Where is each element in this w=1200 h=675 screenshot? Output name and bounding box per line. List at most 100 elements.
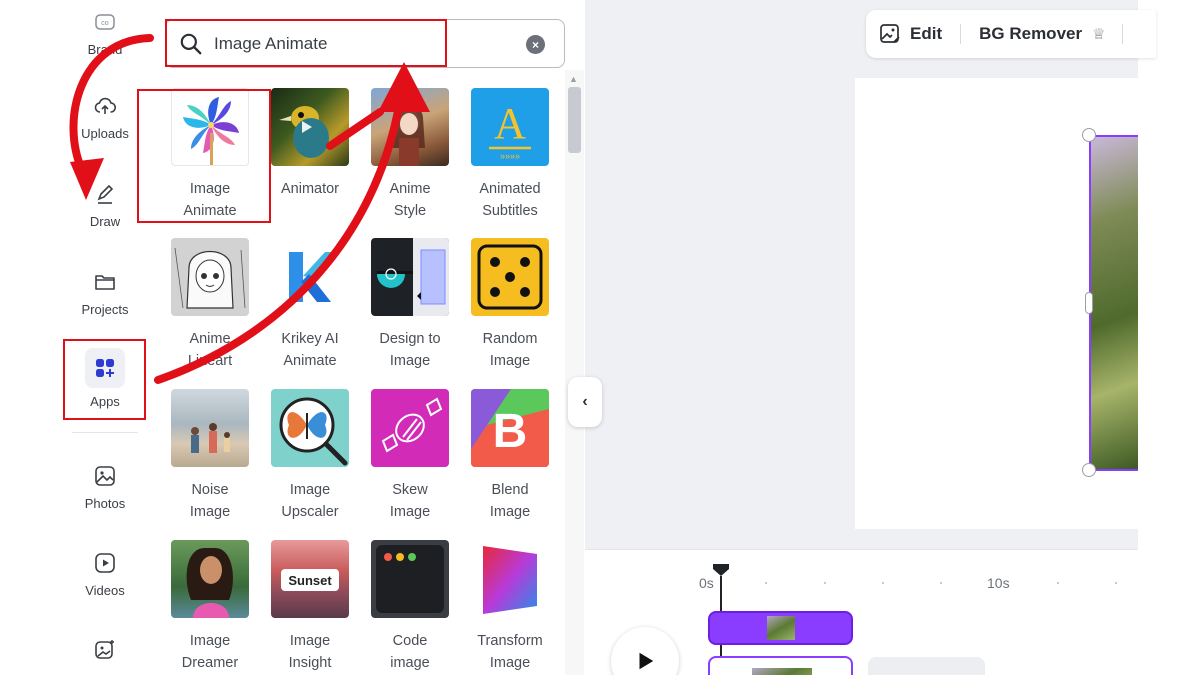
app-label: Animated Subtitles: [479, 181, 541, 219]
app-noise-image[interactable]: Noise Image: [160, 389, 260, 523]
annotation-box-search: [165, 19, 447, 67]
cloud-upload-icon: [91, 92, 119, 120]
brand-icon: co: [91, 8, 119, 36]
app-blend-image[interactable]: B Blend Image: [460, 389, 560, 523]
rail-label-photos: Photos: [84, 496, 126, 511]
app-image-upscaler[interactable]: Image Upscaler: [260, 389, 360, 523]
timeline-tick: [882, 582, 884, 584]
pen-icon: [91, 180, 119, 208]
svg-text:co: co: [101, 20, 109, 27]
edit-label: Edit: [910, 24, 943, 43]
subtitles-thumbnail: A »»»»: [471, 88, 549, 166]
annotation-box-image-animate: [137, 89, 271, 223]
app-code-image[interactable]: Code image: [360, 540, 460, 674]
app-image-dreamer[interactable]: Image Dreamer: [160, 540, 260, 674]
app-krikey-ai-animate[interactable]: Krikey AI Animate: [260, 238, 360, 372]
app-anime-lineart[interactable]: Anime Lineart: [160, 238, 260, 372]
timeline-tick-10s: 10s: [987, 575, 1010, 591]
rail-label-projects: Projects: [81, 302, 129, 317]
playhead-handle-icon[interactable]: [712, 563, 730, 577]
rail-label-brand: Brand: [87, 42, 123, 57]
edit-image-icon: [880, 24, 900, 43]
rail-divider: [72, 432, 138, 433]
timeline-clip[interactable]: [708, 656, 853, 675]
context-toolbar: Edit BG Remover ♕: [866, 10, 1156, 58]
rail-item-projects[interactable]: Projects: [50, 268, 160, 317]
bird-thumbnail: [271, 88, 349, 166]
video-icon: [91, 549, 119, 577]
scroll-thumb[interactable]: [568, 87, 581, 153]
folder-icon: [91, 268, 119, 296]
resize-handle-top-left[interactable]: [1082, 128, 1096, 142]
sunset-thumbnail: Sunset: [271, 540, 349, 618]
rail-item-videos[interactable]: Videos: [50, 549, 160, 598]
timeline-tick: [1115, 582, 1117, 584]
clear-search-icon[interactable]: ×: [526, 35, 545, 54]
app-label: Code image: [390, 633, 430, 671]
app-label: Image Dreamer: [181, 633, 239, 671]
app-label: Image Upscaler: [281, 482, 339, 520]
app-skew-image[interactable]: Skew Image: [360, 389, 460, 523]
selected-flower-image[interactable]: [1089, 135, 1138, 471]
timeline-tick: [940, 582, 942, 584]
app-label: Blend Image: [489, 482, 531, 520]
app-label: Skew Image: [389, 482, 431, 520]
chevron-left-icon: ‹: [582, 393, 588, 410]
timeline-tick: [765, 582, 767, 584]
rail-item-brand[interactable]: co Brand: [50, 8, 160, 57]
krikey-thumbnail: [271, 238, 349, 316]
timeline-tick: [824, 582, 826, 584]
dice-thumbnail: [471, 238, 549, 316]
svg-text:»»»»: »»»»: [500, 151, 520, 161]
app-design-to-image[interactable]: Design to Image: [360, 238, 460, 372]
collapse-panel-button[interactable]: ‹: [568, 377, 602, 427]
app-anime-style[interactable]: Anime Style: [360, 88, 460, 222]
app-random-image[interactable]: Random Image: [460, 238, 560, 372]
clip-thumbnail: [766, 616, 795, 640]
timeline-clip-selected[interactable]: [708, 611, 853, 645]
rail-item-photos[interactable]: Photos: [50, 462, 160, 511]
rail-label-uploads: Uploads: [81, 126, 129, 141]
app-transform-image[interactable]: Transform Image: [460, 540, 560, 674]
blend-thumbnail: B: [471, 389, 549, 467]
app-label: Random Image: [482, 331, 538, 369]
magic-image-icon: [91, 636, 119, 664]
app-animator[interactable]: Animator: [260, 88, 360, 200]
panel-scrollbar[interactable]: ▲: [565, 70, 584, 675]
subtitles-thumb-letter: A: [494, 99, 526, 148]
transform-thumbnail: [471, 540, 549, 618]
scroll-up-icon[interactable]: ▲: [569, 74, 578, 84]
sunset-thumb-label: Sunset: [288, 573, 332, 588]
right-edge: [1138, 0, 1200, 675]
family-beach-thumbnail: [171, 389, 249, 467]
timeline-clip-placeholder[interactable]: [868, 657, 985, 675]
toolbar-divider: [1121, 24, 1123, 44]
toolbar-divider: [960, 24, 962, 44]
app-label: Transform Image: [477, 633, 543, 671]
rail-label-videos: Videos: [85, 583, 125, 598]
app-label: Animator: [280, 181, 340, 197]
butterfly-magnifier-thumbnail: [271, 389, 349, 467]
app-label: Design to Image: [379, 331, 441, 369]
edit-button[interactable]: Edit: [878, 22, 942, 46]
skew-thumbnail: [371, 389, 449, 467]
anime-style-thumbnail: [371, 88, 449, 166]
svg-text:B: B: [493, 405, 528, 458]
timeline-tick: [1057, 582, 1059, 584]
rail-label-draw: Draw: [89, 214, 121, 229]
app-label: Image Insight: [288, 633, 332, 671]
resize-handle-bottom-left[interactable]: [1082, 463, 1096, 477]
timeline-tick-0s: 0s: [699, 575, 714, 591]
app-image-insight[interactable]: Sunset Image Insight: [260, 540, 360, 674]
app-label: Anime Lineart: [187, 331, 233, 369]
play-icon: [639, 652, 654, 670]
resize-handle-left[interactable]: [1085, 292, 1093, 314]
lineart-thumbnail: [171, 238, 249, 316]
rail-item-magic[interactable]: [50, 636, 160, 670]
bg-remover-button[interactable]: BG Remover: [979, 24, 1082, 44]
app-animated-subtitles[interactable]: A »»»» Animated Subtitles: [460, 88, 560, 222]
app-label: Krikey AI Animate: [281, 331, 339, 369]
code-window-thumbnail: [371, 540, 449, 618]
crown-icon: ♕: [1092, 26, 1106, 43]
annotation-box-apps: [63, 339, 146, 420]
